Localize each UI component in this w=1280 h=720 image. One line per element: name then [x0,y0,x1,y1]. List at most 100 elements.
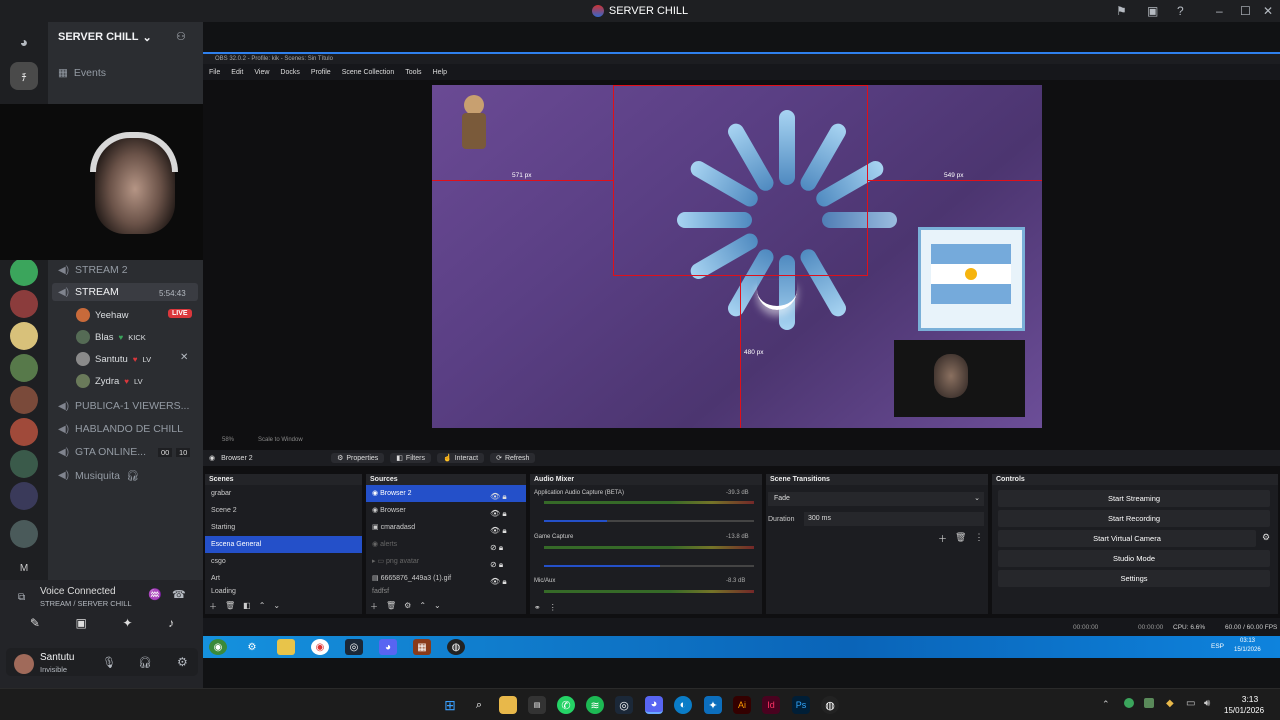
obs-icon[interactable]: ◍ [821,696,839,714]
down-icon[interactable]: ⌄ [273,601,280,612]
volume-slider[interactable] [544,565,754,567]
events-item[interactable]: ▦ Events [58,67,106,79]
server-icon-11[interactable]: M [10,554,38,582]
menu-view[interactable]: View [254,69,269,76]
scale-label[interactable]: Scale to Window [258,437,303,443]
file-explorer-icon[interactable] [499,696,517,714]
scene-item[interactable]: Starting [205,519,362,536]
voice-user[interactable]: Blas ♥ KICK [76,330,146,344]
channel-stream[interactable]: ◀) STREAM [58,286,119,298]
server-icon-4[interactable] [10,322,38,350]
language-indicator[interactable]: ESP [1211,643,1224,650]
whatsapp-icon[interactable]: ✆ [557,696,575,714]
start-streaming-button[interactable]: Start Streaming [998,490,1270,507]
server-icon-1[interactable]: ﾁ [10,62,38,90]
menu-dots-icon[interactable]: ⋮ [549,603,557,612]
clock-time[interactable]: 3:13 [1228,694,1272,704]
flag-icon[interactable]: ⚑ [1116,4,1127,18]
voice-user[interactable]: Zydra ♥ LV [76,374,143,388]
eye-icon[interactable]: 👁︎ 🔒︎ [490,505,507,522]
eye-icon[interactable]: 👁︎ 🔒︎ [490,573,507,590]
steam-icon[interactable]: ◎ [615,696,633,714]
game-icon[interactable]: ▦ [413,639,431,655]
indesign-icon[interactable]: Id [762,696,780,714]
steam-icon[interactable]: ◎ [345,639,363,655]
channel-stream-2[interactable]: ◀) STREAM 2 [58,264,128,276]
discord-icon[interactable]: ◕ [645,696,663,714]
filters-button[interactable]: ◧ Filters [390,453,431,463]
server-icon-3[interactable] [10,290,38,318]
server-icon-5[interactable] [10,354,38,382]
camera-icon[interactable]: ✎ [30,616,40,636]
folder-icon[interactable] [277,639,295,655]
windows-start-icon[interactable]: ⊞ [441,696,459,714]
activities-icon[interactable]: ✦ [122,616,132,636]
voice-user[interactable]: Santutu ♥ LV [76,352,151,366]
minimize-icon[interactable]: – [1216,4,1223,18]
scene-item-selected[interactable]: Escena General [205,536,362,553]
menu-profile[interactable]: Profile [311,69,331,76]
menu-edit[interactable]: Edit [231,69,243,76]
transition-select[interactable]: Fade ⌄ [768,492,984,506]
add-icon[interactable]: ＋ [209,601,217,612]
illustrator-icon[interactable]: Ai [733,696,751,714]
settings-button[interactable]: Settings [998,570,1270,587]
gear-icon[interactable]: ⚙ [404,601,411,612]
eye-off-icon[interactable]: ⊘ 🔒︎ [490,556,507,573]
server-icon-6[interactable] [10,386,38,414]
voice-user[interactable]: Yeehaw [76,308,128,322]
spotify-icon[interactable]: ≋ [586,696,604,714]
menu-tools[interactable]: Tools [405,69,421,76]
app-icon[interactable]: ✦ [704,696,722,714]
noise-suppression-icon[interactable]: ♒ [148,588,162,601]
gear-icon[interactable]: ⚙ [243,639,261,655]
volume-icon[interactable]: 🔊︎ [1204,698,1210,709]
up-icon[interactable]: ⌃ [259,601,266,612]
microphone-icon[interactable]: 🎙︎ [102,656,116,669]
tray-icon[interactable] [1144,698,1154,708]
trash-icon[interactable]: 🗑︎ [225,601,235,612]
interact-button[interactable]: ☝ Interact [436,453,485,463]
server-icon-8[interactable] [10,450,38,478]
eye-off-icon[interactable]: ⊘ 🔒︎ [490,539,507,556]
clock-date[interactable]: 15/01/2026 [1224,706,1264,715]
start-recording-button[interactable]: Start Recording [998,510,1270,527]
channel-gta[interactable]: ◀) GTA ONLINE... [58,446,146,458]
chrome-icon[interactable]: ◉ [311,639,329,655]
scene-item[interactable]: Loading [205,587,362,597]
photoshop-icon[interactable]: Ps [792,696,810,714]
eye-icon[interactable]: 👁︎ 🔒︎ [490,522,507,539]
properties-button[interactable]: ⚙ Properties [331,453,385,463]
channel-publica[interactable]: ◀) PUBLICA-1 VIEWERS... [58,400,189,412]
tray-icon[interactable]: ◆ [1166,698,1174,709]
edge-icon[interactable]: ◐ [674,696,692,714]
cmd-icon[interactable]: ▤ [528,696,546,714]
disconnect-user-icon[interactable]: ✕ [180,352,188,363]
selection-box[interactable] [613,85,868,276]
chevron-up-icon[interactable]: ⌃ [1102,699,1110,710]
trash-icon[interactable]: 🗑︎ [955,532,966,545]
maximize-icon[interactable]: ☐ [1240,4,1251,18]
refresh-button[interactable]: ⟳ Refresh [490,453,536,463]
scene-item[interactable]: Scene 2 [205,502,362,519]
menu-file[interactable]: File [209,69,220,76]
close-icon[interactable]: ✕ [1263,4,1273,18]
filter-icon[interactable]: ◧ [243,601,251,612]
scene-item[interactable]: grabar [205,485,362,502]
channel-hablando[interactable]: ◀) HABLANDO DE CHILL [58,423,183,435]
volume-slider[interactable] [544,520,754,522]
obs-preview[interactable]: 571 px 549 px 480 px [432,85,1042,428]
server-icon-10[interactable] [10,520,38,548]
inbox-icon[interactable]: ▣ [1147,4,1158,18]
discord-home-icon[interactable]: ◕ [10,28,38,56]
server-icon-2[interactable] [10,258,38,286]
start-orb-icon[interactable]: ◉ [209,639,227,655]
invite-icon[interactable]: ⚇ [176,30,186,43]
soundboard-icon[interactable]: ♪ [168,616,174,636]
duration-input[interactable]: 300 ms [804,512,984,526]
menu-docks[interactable]: Docks [280,69,299,76]
settings-gear-icon[interactable]: ⚙ [177,655,188,669]
virtual-camera-settings-icon[interactable]: ⚙ [1262,532,1270,543]
link-icon[interactable]: ⚭ [534,603,541,612]
server-icon-7[interactable] [10,418,38,446]
